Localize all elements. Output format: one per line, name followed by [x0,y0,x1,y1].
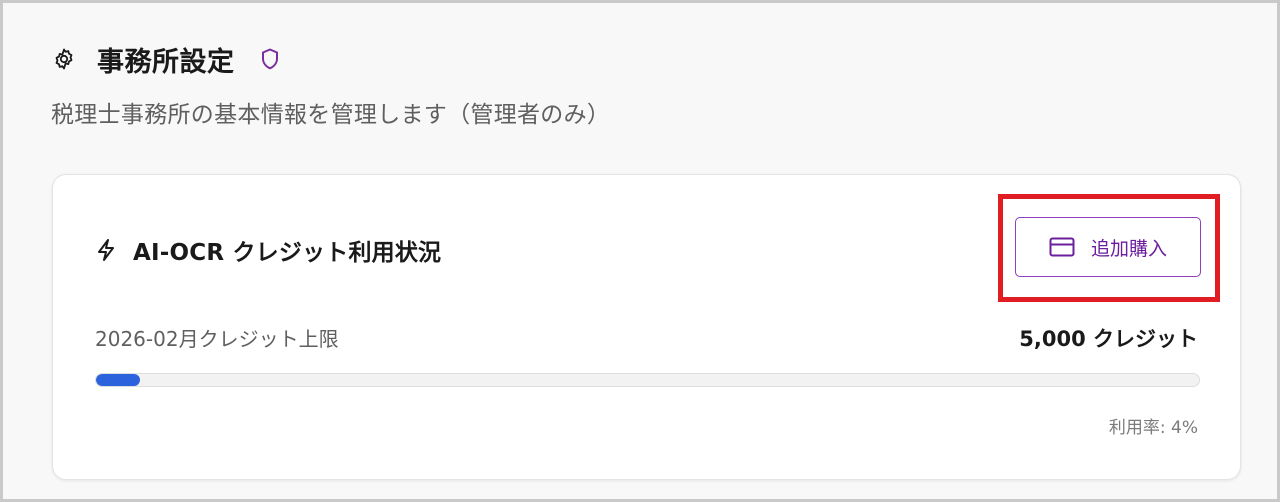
settings-panel: 事務所設定 税理士事務所の基本情報を管理します（管理者のみ） AI-OCR クレ… [0,0,1280,502]
shield-icon [261,46,281,72]
add-purchase-label: 追加購入 [1090,237,1167,260]
card-title: AI-OCR クレジット利用状況 [133,240,442,266]
credit-usage-card: AI-OCR クレジット利用状況 追加購入 2026-02月クレジット上限 5,… [52,174,1241,480]
usage-rate-text: 利用率: 4% [1108,418,1198,438]
credit-limit-value: 5,000 クレジット [1019,327,1198,351]
usage-progress-fill [96,374,141,386]
lightning-icon [95,237,119,263]
page-title: 事務所設定 [97,46,235,78]
credit-card-icon [1049,236,1077,258]
page-subtitle: 税理士事務所の基本情報を管理します（管理者のみ） [51,102,611,128]
gear-icon [51,46,77,72]
page-header: 事務所設定 [51,39,281,79]
usage-progress-bar [95,373,1200,387]
card-header: AI-OCR クレジット利用状況 [95,233,441,267]
credit-period-label: 2026-02月クレジット上限 [95,327,339,351]
add-purchase-button[interactable]: 追加購入 [1015,217,1201,277]
